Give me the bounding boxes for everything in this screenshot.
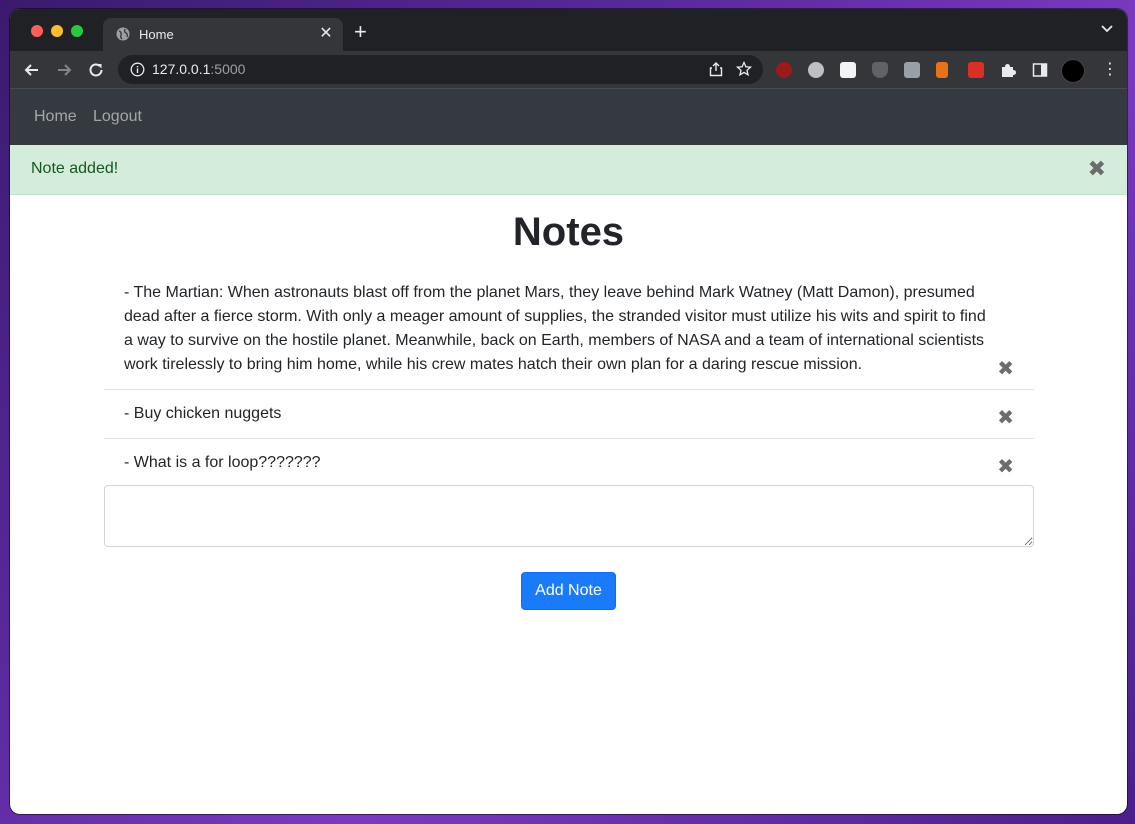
share-icon[interactable] <box>709 62 723 77</box>
tab-home[interactable]: Home ✕ <box>103 18 343 51</box>
bold-extension-icon[interactable] <box>840 62 856 78</box>
nav-home-link[interactable]: Home <box>34 108 77 126</box>
success-alert: Note added! ✖ <box>10 145 1127 195</box>
delete-note-icon[interactable]: ✖ <box>997 359 1014 379</box>
note-text: - What is a for loop??????? <box>124 454 321 471</box>
minimize-window-button[interactable] <box>51 25 63 37</box>
site-navbar: Home Logout <box>10 89 1127 145</box>
forward-arrow-icon[interactable] <box>55 61 73 79</box>
page-title: Notes <box>512 210 625 254</box>
delete-note-icon[interactable]: ✖ <box>997 457 1014 477</box>
puzzle-icon[interactable] <box>1000 62 1016 78</box>
plus-icon[interactable]: + <box>354 21 367 43</box>
close-icon[interactable]: ✕ <box>317 25 335 43</box>
back-arrow-icon[interactable] <box>23 61 41 79</box>
note-textarea[interactable] <box>104 485 1034 547</box>
tab-title: Home <box>139 27 174 42</box>
nav-logout-link[interactable]: Logout <box>93 108 142 126</box>
sidebar-icon[interactable] <box>1032 62 1048 78</box>
note-text: - Buy chicken nuggets <box>124 405 282 422</box>
browser-toolbar: 127.0.0.1:5000 ⋮ <box>10 51 1127 88</box>
shield-extension-icon[interactable] <box>872 62 888 78</box>
reload-icon[interactable] <box>87 61 105 79</box>
ublock-extension-icon[interactable] <box>776 62 792 78</box>
alert-message: Note added! <box>31 160 119 177</box>
url-text: 127.0.0.1:5000 <box>152 61 245 77</box>
close-icon[interactable]: ✖ <box>1088 158 1106 180</box>
url-port: :5000 <box>210 61 246 77</box>
profile-avatar[interactable] <box>1061 59 1085 83</box>
list-item: - The Martian: When astronauts blast off… <box>104 278 1034 390</box>
browser-window: Home ✕ + 127.0.0.1:5000 ⋮ Home Logout No… <box>10 9 1127 814</box>
grammarly-extension-icon[interactable] <box>808 62 824 78</box>
globe-icon <box>116 27 130 41</box>
add-note-button[interactable]: Add Note <box>521 572 616 610</box>
image-extension-icon[interactable] <box>904 62 920 78</box>
info-icon[interactable] <box>130 62 145 77</box>
close-window-button[interactable] <box>31 25 43 37</box>
megaphone-extension-icon[interactable] <box>936 62 948 78</box>
notes-list: - The Martian: When astronauts blast off… <box>104 278 1034 488</box>
list-item: - What is a for loop??????? ✖ <box>104 439 1034 488</box>
lastpass-extension-icon[interactable] <box>968 62 984 78</box>
url-host: 127.0.0.1 <box>152 61 211 77</box>
tab-strip: Home ✕ + <box>10 9 1127 51</box>
kebab-menu-icon[interactable]: ⋮ <box>1102 60 1118 80</box>
chevron-down-icon[interactable] <box>1101 25 1113 33</box>
note-text: - The Martian: When astronauts blast off… <box>124 284 986 373</box>
star-icon[interactable] <box>736 61 752 77</box>
delete-note-icon[interactable]: ✖ <box>997 408 1014 428</box>
address-bar[interactable]: 127.0.0.1:5000 <box>118 55 763 84</box>
maximize-window-button[interactable] <box>71 25 83 37</box>
list-item: - Buy chicken nuggets ✖ <box>104 390 1034 439</box>
